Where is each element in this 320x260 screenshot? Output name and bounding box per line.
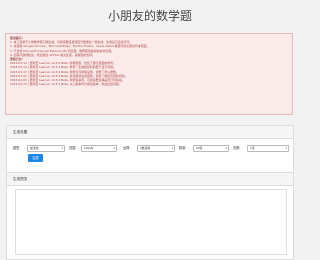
- count-label: 数量:: [179, 146, 187, 150]
- chevron-down-icon: ▾: [171, 147, 173, 150]
- settings-row: 题型: 加法题 ▾ 范围: 10以内 ▾ 运算: 2数运算 ▾ 数量: 50道 …: [13, 144, 289, 153]
- range-label: 范围:: [69, 146, 77, 150]
- operation-label: 运算:: [123, 146, 131, 150]
- operation-select[interactable]: 2数运算 ▾: [137, 145, 175, 152]
- type-select-value: 加法题: [30, 146, 39, 150]
- settings-panel: 生成设置 题型: 加法题 ▾ 范围: 10以内 ▾ 运算: 2数运算 ▾ 数量:…: [6, 125, 294, 173]
- range-select-value: 10以内: [84, 146, 94, 150]
- notice-box: 使用提示: 1. 本工具用于小学数学练习题生成，可按需要设置题型与数量后一键生成…: [5, 33, 293, 115]
- chevron-down-icon: ▾: [113, 147, 115, 150]
- count-select-value: 50道: [196, 146, 203, 150]
- count-select[interactable]: 50道 ▾: [193, 145, 229, 152]
- preview-panel: 生成预览: [6, 172, 294, 260]
- generate-button[interactable]: 生成: [28, 154, 43, 162]
- page-title: 小朋友的数学题: [107, 9, 192, 23]
- chevron-down-icon: ▾: [285, 147, 287, 150]
- log-line: 2023-04-23 | 更新至 Learner v0.5.5 Beta, 以上…: [10, 82, 122, 87]
- chevron-down-icon: ▾: [225, 147, 227, 150]
- preview-area: [15, 189, 287, 255]
- settings-panel-title: 生成设置: [7, 126, 293, 139]
- pages-label: 页数:: [233, 146, 241, 150]
- type-select[interactable]: 加法题 ▾: [27, 145, 65, 152]
- pages-select[interactable]: 1页 ▾: [247, 145, 289, 152]
- preview-panel-title: 生成预览: [7, 173, 293, 186]
- type-label: 题型:: [13, 146, 21, 150]
- chevron-down-icon: ▾: [61, 147, 63, 150]
- pages-select-value: 1页: [250, 146, 255, 150]
- range-select[interactable]: 10以内 ▾: [81, 145, 117, 152]
- operation-select-value: 2数运算: [140, 146, 151, 150]
